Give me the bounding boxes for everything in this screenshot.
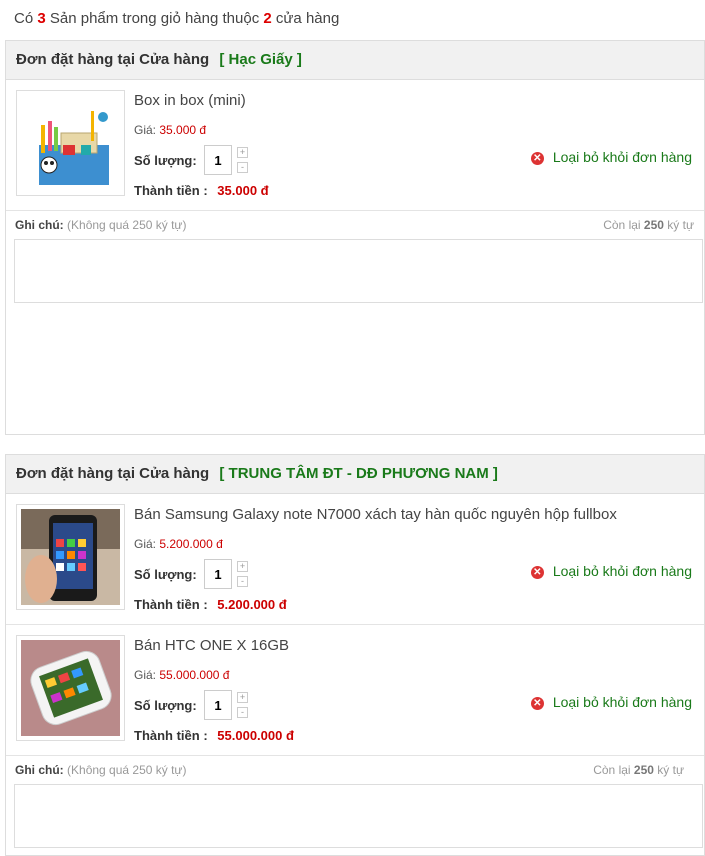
note-header: Ghi chú: (Không quá 250 ký tự) Còn lại 2… (11, 756, 699, 784)
store-name[interactable]: [ Hạc Giấy ] (219, 51, 302, 68)
note-label: Ghi chú: (15, 218, 64, 232)
remove-item-button[interactable]: ✕ Loại bỏ khỏi đơn hàng (530, 149, 692, 165)
cart-item: Box in box (mini) Giá: 35.000 đ Số lượng… (6, 80, 704, 211)
summary-prefix: Có (14, 10, 34, 27)
note-textarea[interactable] (14, 784, 703, 848)
store-order-1: Đơn đặt hàng tại Cửa hàng [ Hạc Giấy ] B… (5, 40, 705, 435)
cart-item: Bán Samsung Galaxy note N7000 xách tay h… (6, 494, 704, 625)
note-remaining: Còn lại 250 ký tự (593, 756, 684, 784)
product-name[interactable]: Bán HTC ONE X 16GB (134, 637, 289, 654)
quantity-label: Số lượng: (134, 698, 197, 713)
order-note: Ghi chú: (Không quá 250 ký tự) Còn lại 2… (6, 211, 704, 303)
quantity-input[interactable] (204, 690, 232, 720)
product-price: Giá: 5.200.000 đ (134, 537, 223, 551)
quantity-label: Số lượng: (134, 567, 197, 582)
quantity-decrease-button[interactable]: - (237, 576, 248, 587)
quantity-increase-button[interactable]: + (237, 561, 248, 572)
order-note: Ghi chú: (Không quá 250 ký tự) Còn lại 2… (6, 756, 704, 848)
price-value: 5.200.000 đ (159, 537, 223, 551)
htc-phone-image[interactable] (16, 635, 125, 741)
total-value: 55.000.000 đ (217, 728, 294, 743)
line-total: Thành tiền : 5.200.000 đ (134, 597, 287, 612)
total-value: 5.200.000 đ (217, 597, 287, 612)
note-hint: (Không quá 250 ký tự) (67, 763, 187, 777)
quantity-decrease-button[interactable]: - (237, 707, 248, 718)
summary-middle: Sản phẩm trong giỏ hàng thuộc (49, 10, 260, 27)
store-header: Đơn đặt hàng tại Cửa hàng [ TRUNG TÂM ĐT… (6, 455, 704, 494)
total-value: 35.000 đ (217, 183, 269, 198)
remaining-suffix: ký tự (657, 763, 684, 777)
samsung-phone-image[interactable] (16, 504, 125, 610)
note-header: Ghi chú: (Không quá 250 ký tự) Còn lại 2… (11, 211, 699, 239)
remove-icon: ✕ (530, 566, 544, 579)
quantity-increase-button[interactable]: + (237, 147, 248, 158)
quantity-input[interactable] (204, 559, 232, 589)
note-label: Ghi chú: (15, 763, 64, 777)
product-count: 3 (37, 10, 46, 27)
product-name[interactable]: Box in box (mini) (134, 92, 246, 109)
price-label: Giá: (134, 537, 157, 551)
store-order-2: Đơn đặt hàng tại Cửa hàng [ TRUNG TÂM ĐT… (5, 454, 705, 856)
quantity-decrease-button[interactable]: - (237, 162, 248, 173)
store-name[interactable]: [ TRUNG TÂM ĐT - DĐ PHƯƠNG NAM ] (219, 465, 498, 482)
remove-item-button[interactable]: ✕ Loại bỏ khỏi đơn hàng (530, 563, 692, 579)
line-total: Thành tiền : 55.000.000 đ (134, 728, 294, 743)
store-label: Đơn đặt hàng tại Cửa hàng (16, 465, 210, 482)
remove-label: Loại bỏ khỏi đơn hàng (552, 149, 692, 165)
store-label: Đơn đặt hàng tại Cửa hàng (16, 51, 210, 68)
remove-label: Loại bỏ khỏi đơn hàng (552, 563, 692, 579)
quantity-increase-button[interactable]: + (237, 692, 248, 703)
remaining-suffix: ký tự (667, 218, 694, 232)
total-label: Thành tiền : (134, 597, 208, 612)
cart-item: Bán HTC ONE X 16GB Giá: 55.000.000 đ Số … (6, 625, 704, 756)
note-remaining: Còn lại 250 ký tự (603, 211, 694, 239)
quantity-label: Số lượng: (134, 153, 197, 168)
remove-item-button[interactable]: ✕ Loại bỏ khỏi đơn hàng (530, 694, 692, 710)
price-value: 35.000 đ (159, 123, 207, 137)
remove-label: Loại bỏ khỏi đơn hàng (552, 694, 692, 710)
product-name[interactable]: Bán Samsung Galaxy note N7000 xách tay h… (134, 506, 617, 523)
total-label: Thành tiền : (134, 183, 208, 198)
cart-summary: Có 3 Sản phẩm trong giỏ hàng thuộc 2 cửa… (14, 10, 339, 27)
remaining-count: 250 (633, 763, 654, 777)
product-price: Giá: 55.000.000 đ (134, 668, 229, 682)
store-header: Đơn đặt hàng tại Cửa hàng [ Hạc Giấy ] (6, 41, 704, 80)
store-count: 2 (263, 10, 272, 27)
product-price: Giá: 35.000 đ (134, 123, 206, 137)
summary-suffix: cửa hàng (275, 10, 340, 27)
remove-icon: ✕ (530, 697, 544, 710)
price-label: Giá: (134, 123, 157, 137)
remaining-count: 250 (643, 218, 664, 232)
note-textarea[interactable] (14, 239, 703, 303)
remaining-prefix: Còn lại (603, 218, 641, 232)
remaining-prefix: Còn lại (593, 763, 631, 777)
remove-icon: ✕ (530, 152, 544, 165)
price-label: Giá: (134, 668, 157, 682)
desk-organizer-image[interactable] (16, 90, 125, 196)
line-total: Thành tiền : 35.000 đ (134, 183, 269, 198)
price-value: 55.000.000 đ (159, 668, 230, 682)
total-label: Thành tiền : (134, 728, 208, 743)
note-hint: (Không quá 250 ký tự) (67, 218, 187, 232)
quantity-input[interactable] (204, 145, 232, 175)
